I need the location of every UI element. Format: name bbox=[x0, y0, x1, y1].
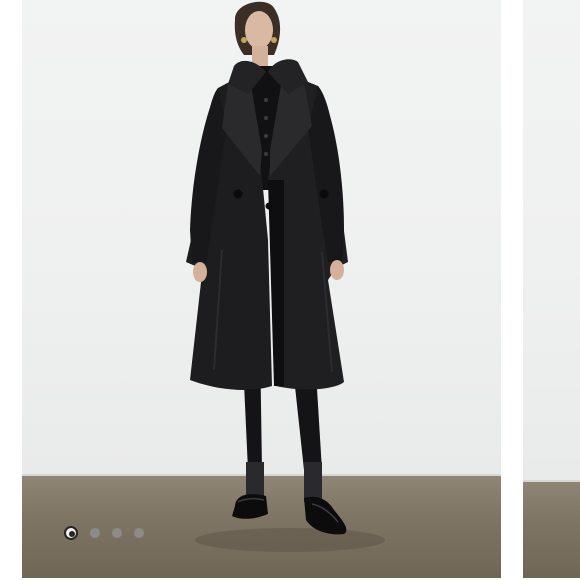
carousel-pagination bbox=[64, 526, 144, 540]
studio-floor-next bbox=[523, 482, 580, 578]
carousel-dot-2[interactable] bbox=[90, 528, 100, 538]
product-image-carousel[interactable] bbox=[0, 0, 580, 580]
studio-wall-next bbox=[523, 0, 580, 482]
carousel-dot-4[interactable] bbox=[134, 528, 144, 538]
carousel-dot-1-active[interactable] bbox=[64, 526, 78, 540]
product-photo-model-in-coat bbox=[186, 1, 385, 552]
carousel-slide-next-peek[interactable] bbox=[523, 0, 580, 580]
carousel-dot-3[interactable] bbox=[112, 528, 122, 538]
carousel-slide-current[interactable] bbox=[22, 0, 501, 580]
